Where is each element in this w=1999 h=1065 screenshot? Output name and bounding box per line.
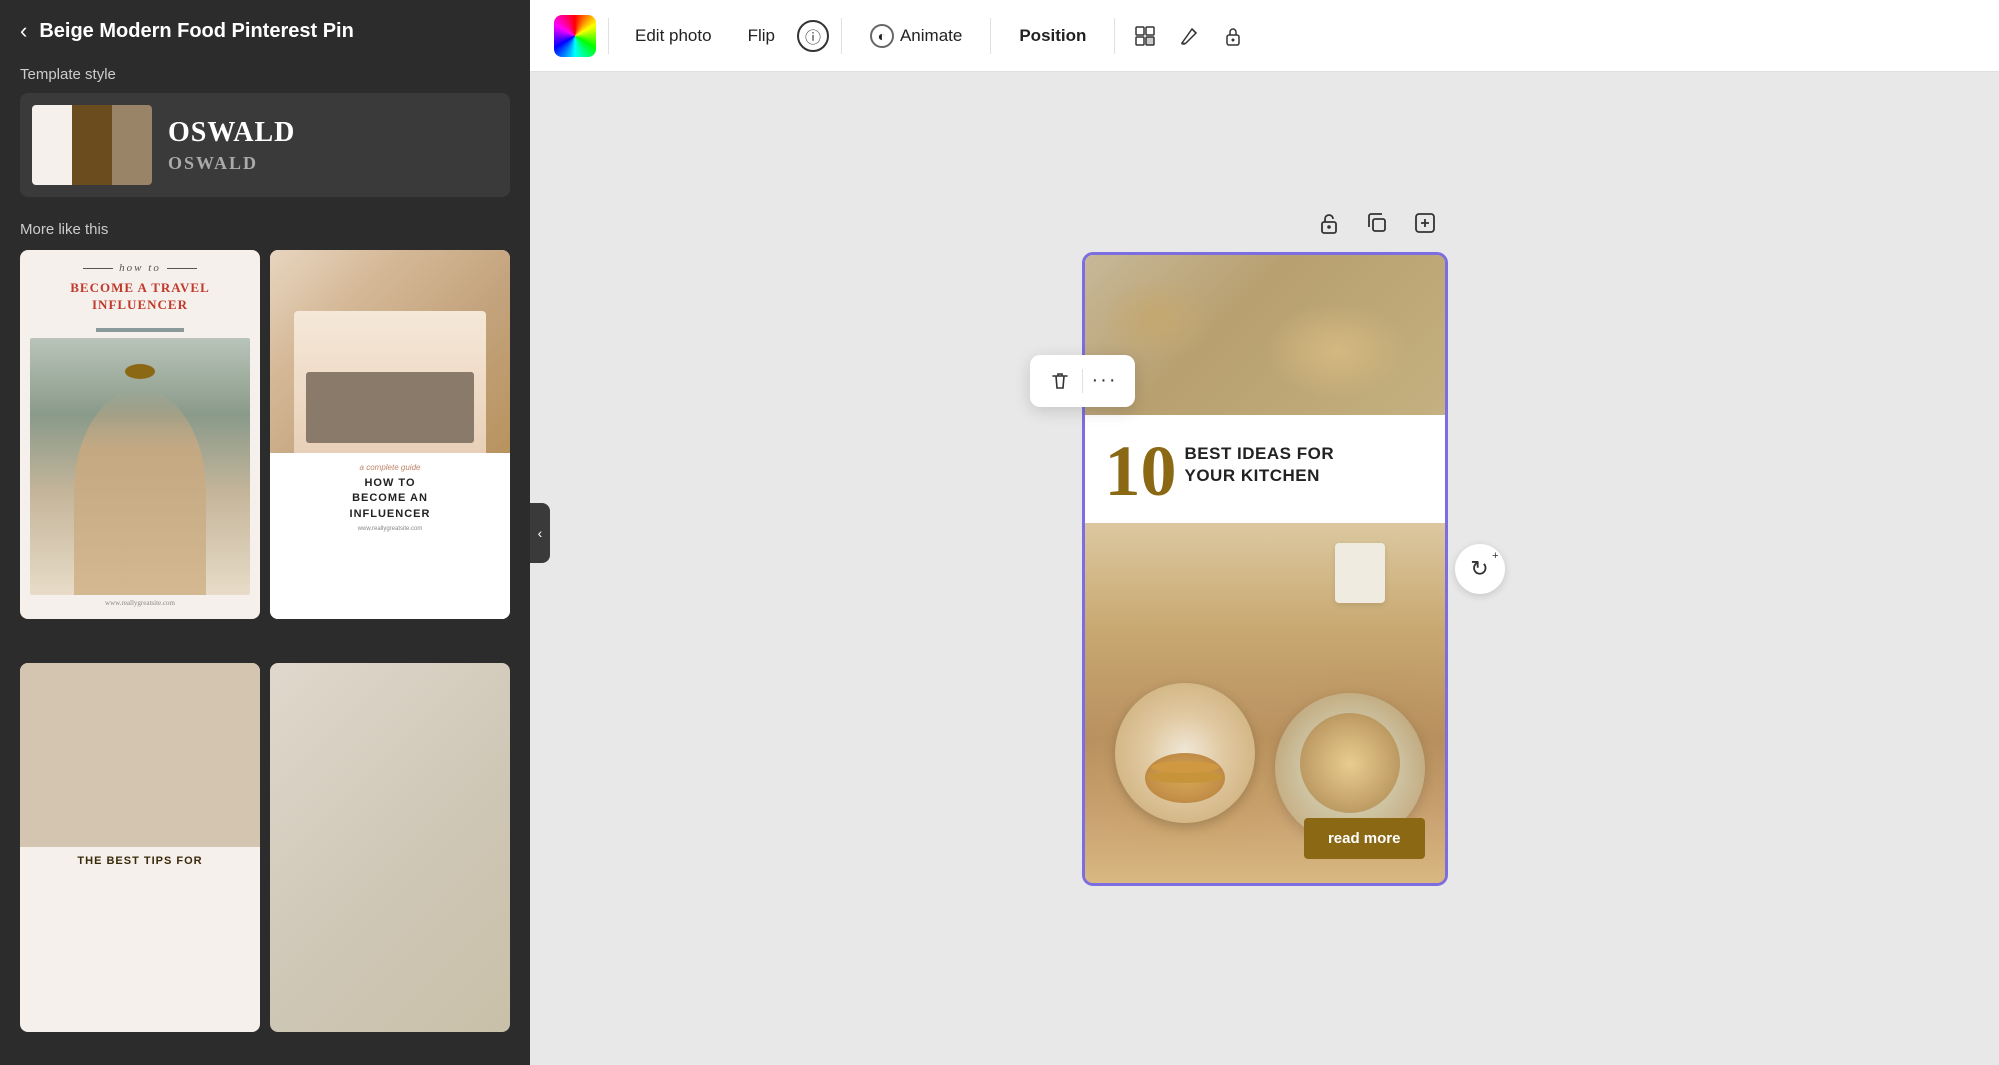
pin-refresh-button[interactable]: ↻+ xyxy=(1455,544,1505,594)
tc2-top-image xyxy=(270,250,510,453)
pin-actions-top xyxy=(1309,203,1445,243)
element-toolbar-divider xyxy=(1082,369,1083,393)
food-bg-top xyxy=(1085,255,1445,415)
toolbar-divider-4 xyxy=(1114,18,1115,54)
animate-button[interactable]: ◐ Animate xyxy=(854,16,978,56)
pin-top-image[interactable] xyxy=(1085,255,1445,415)
font-secondary-label: OSWALD xyxy=(168,153,295,174)
pin-lock-icon[interactable] xyxy=(1309,203,1349,243)
pin-text: BEST IDEAS FOR YOUR KITCHEN xyxy=(1185,435,1335,487)
tc1-url: www.reallygreatsite.com xyxy=(105,599,175,607)
toolbar-divider-1 xyxy=(608,18,609,54)
more-like-this-label: More like this xyxy=(0,217,530,250)
tc2-laptop xyxy=(306,372,474,443)
pin-number: 10 xyxy=(1105,435,1177,507)
swatch-1 xyxy=(32,105,72,185)
pin-duplicate-icon[interactable] xyxy=(1357,203,1397,243)
template-card-1[interactable]: how to BECOME A TRAVEL INFLUENCER www.re… xyxy=(20,250,260,619)
templates-grid: how to BECOME A TRAVEL INFLUENCER www.re… xyxy=(0,250,530,1065)
edit-photo-button[interactable]: Edit photo xyxy=(621,18,726,54)
template-card-2[interactable]: a complete guide HOW TO BECOME AN INFLUE… xyxy=(270,250,510,619)
tc2-subtitle: a complete guide xyxy=(360,463,421,472)
element-toolbar: ··· xyxy=(1030,355,1135,407)
template-card-3[interactable]: THE BEST TIPS FOR xyxy=(20,663,260,1032)
style-card[interactable]: OSWALD OSWALD xyxy=(20,93,510,197)
grid-icon-button[interactable] xyxy=(1127,18,1163,54)
tc1-person xyxy=(74,389,206,595)
flip-button[interactable]: Flip xyxy=(734,18,789,54)
back-button[interactable]: ‹ xyxy=(20,18,27,44)
pin-container: ··· ↻+ 10 BEST IDEAS FOR YOUR xyxy=(1085,255,1445,883)
collapse-handle[interactable]: ‹ xyxy=(530,503,550,563)
tc1-howto: how to xyxy=(83,262,197,274)
color-swatches xyxy=(32,105,152,185)
toolbar: Edit photo Flip ⓘ ◐ Animate Position xyxy=(530,0,1999,72)
swatch-3 xyxy=(112,105,152,185)
element-delete-button[interactable] xyxy=(1042,363,1078,399)
read-more-button[interactable]: read more xyxy=(1304,818,1425,859)
swatch-2 xyxy=(72,105,112,185)
pin-headline: BEST IDEAS FOR YOUR KITCHEN xyxy=(1185,443,1335,487)
main-area: Edit photo Flip ⓘ ◐ Animate Position xyxy=(530,0,1999,1065)
tc2-title: HOW TO BECOME AN INFLUENCER xyxy=(350,476,431,522)
element-more-button[interactable]: ··· xyxy=(1087,363,1123,399)
pin-middle: 10 BEST IDEAS FOR YOUR KITCHEN xyxy=(1085,415,1445,523)
brush-icon-button[interactable] xyxy=(1171,18,1207,54)
tc1-title: BECOME A TRAVEL INFLUENCER xyxy=(70,280,210,314)
font-names: OSWALD OSWALD xyxy=(168,117,295,174)
template-style-label: Template style xyxy=(0,62,530,93)
tc1-image xyxy=(30,338,250,595)
position-button[interactable]: Position xyxy=(1003,18,1102,54)
font-primary-label: OSWALD xyxy=(168,117,295,149)
lock-icon-button[interactable] xyxy=(1215,18,1251,54)
food-mug xyxy=(1335,543,1385,603)
toolbar-divider-3 xyxy=(990,18,991,54)
color-palette-icon[interactable] xyxy=(554,15,596,57)
tc3-title: THE BEST TIPS FOR xyxy=(30,855,250,867)
canvas-area: ··· ↻+ 10 BEST IDEAS FOR YOUR xyxy=(530,72,1999,1065)
panel-header: ‹ Beige Modern Food Pinterest Pin xyxy=(0,0,530,62)
info-button[interactable]: ⓘ xyxy=(797,20,829,52)
animate-icon: ◐ xyxy=(870,24,894,48)
food-plate-1 xyxy=(1115,683,1255,823)
tc2-bottom: a complete guide HOW TO BECOME AN INFLUE… xyxy=(270,453,510,619)
animate-label: Animate xyxy=(900,26,962,46)
tc1-hat xyxy=(125,364,155,379)
pin-add-icon[interactable] xyxy=(1405,203,1445,243)
panel-title: Beige Modern Food Pinterest Pin xyxy=(39,20,353,43)
tc2-url: www.reallygreatsite.com xyxy=(358,526,423,532)
tc1-bar xyxy=(96,328,184,332)
tc3-bottom: THE BEST TIPS FOR xyxy=(20,847,260,875)
pin-card: 10 BEST IDEAS FOR YOUR KITCHEN xyxy=(1085,255,1445,883)
template-card-4[interactable] xyxy=(270,663,510,1032)
toolbar-divider-2 xyxy=(841,18,842,54)
pin-bottom-image[interactable]: read more xyxy=(1085,523,1445,883)
left-panel: ‹ Beige Modern Food Pinterest Pin Templa… xyxy=(0,0,530,1065)
tc3-top-image xyxy=(20,663,260,848)
